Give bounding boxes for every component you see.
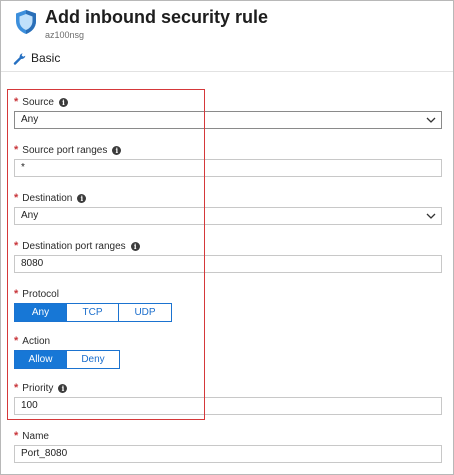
chevron-down-icon <box>426 213 436 219</box>
name-value: Port_8080 <box>21 448 68 459</box>
priority-field: * Priority i <box>14 382 68 395</box>
action-field: * Action <box>14 335 50 348</box>
required-marker: * <box>14 192 19 204</box>
priority-label: Priority <box>22 383 54 394</box>
name-field: * Name <box>14 430 49 443</box>
wrench-icon[interactable] <box>13 51 27 65</box>
source-port-ranges-input[interactable]: * <box>14 159 442 177</box>
destination-value: Any <box>21 210 39 221</box>
page-title: Add inbound security rule <box>45 7 269 27</box>
action-option-deny[interactable]: Deny <box>67 351 119 368</box>
source-port-ranges-value: * <box>21 162 25 173</box>
info-icon[interactable]: i <box>58 98 68 107</box>
required-marker: * <box>14 240 19 252</box>
protocol-field: * Protocol <box>14 288 59 301</box>
source-select[interactable]: Any <box>14 111 442 129</box>
resource-name: az100nsg <box>45 30 85 40</box>
source-port-ranges-field: * Source port ranges i <box>14 144 122 157</box>
shield-icon <box>16 10 36 34</box>
action-option-allow[interactable]: Allow <box>15 351 67 368</box>
required-marker: * <box>14 335 19 347</box>
info-icon[interactable]: i <box>130 242 140 251</box>
info-icon[interactable]: i <box>77 194 87 203</box>
protocol-option-udp[interactable]: UDP <box>119 304 171 321</box>
protocol-label: Protocol <box>22 289 59 300</box>
destination-port-ranges-field: * Destination port ranges i <box>14 240 140 253</box>
source-field: * Source i <box>14 96 68 109</box>
destination-field: * Destination i <box>14 192 87 205</box>
basic-mode-button[interactable]: Basic <box>31 51 60 65</box>
source-value: Any <box>21 114 39 125</box>
info-icon[interactable]: i <box>58 384 68 393</box>
inbound-rule-panel: Add inbound security rule az100nsg Basic… <box>0 0 454 475</box>
destination-port-ranges-label: Destination port ranges <box>22 241 126 252</box>
required-marker: * <box>14 288 19 300</box>
action-toggle: Allow Deny <box>14 350 120 369</box>
protocol-option-any[interactable]: Any <box>15 304 67 321</box>
priority-input[interactable]: 100 <box>14 397 442 415</box>
panel-header: Add inbound security rule az100nsg <box>1 1 453 46</box>
protocol-option-tcp[interactable]: TCP <box>67 304 119 321</box>
action-label: Action <box>22 336 51 347</box>
required-marker: * <box>14 96 19 108</box>
toolbar: Basic <box>1 46 453 72</box>
required-marker: * <box>14 144 19 156</box>
protocol-toggle: Any TCP UDP <box>14 303 172 322</box>
source-port-ranges-label: Source port ranges <box>22 145 108 156</box>
destination-select[interactable]: Any <box>14 207 442 225</box>
priority-value: 100 <box>21 400 38 411</box>
chevron-down-icon <box>426 117 436 123</box>
required-marker: * <box>14 382 19 394</box>
info-icon[interactable]: i <box>112 146 122 155</box>
destination-port-ranges-input[interactable]: 8080 <box>14 255 442 273</box>
required-marker: * <box>14 430 19 442</box>
destination-label: Destination <box>22 193 73 204</box>
source-label: Source <box>22 97 54 108</box>
destination-port-ranges-value: 8080 <box>21 258 44 269</box>
name-label: Name <box>22 431 49 442</box>
name-input[interactable]: Port_8080 <box>14 445 442 463</box>
